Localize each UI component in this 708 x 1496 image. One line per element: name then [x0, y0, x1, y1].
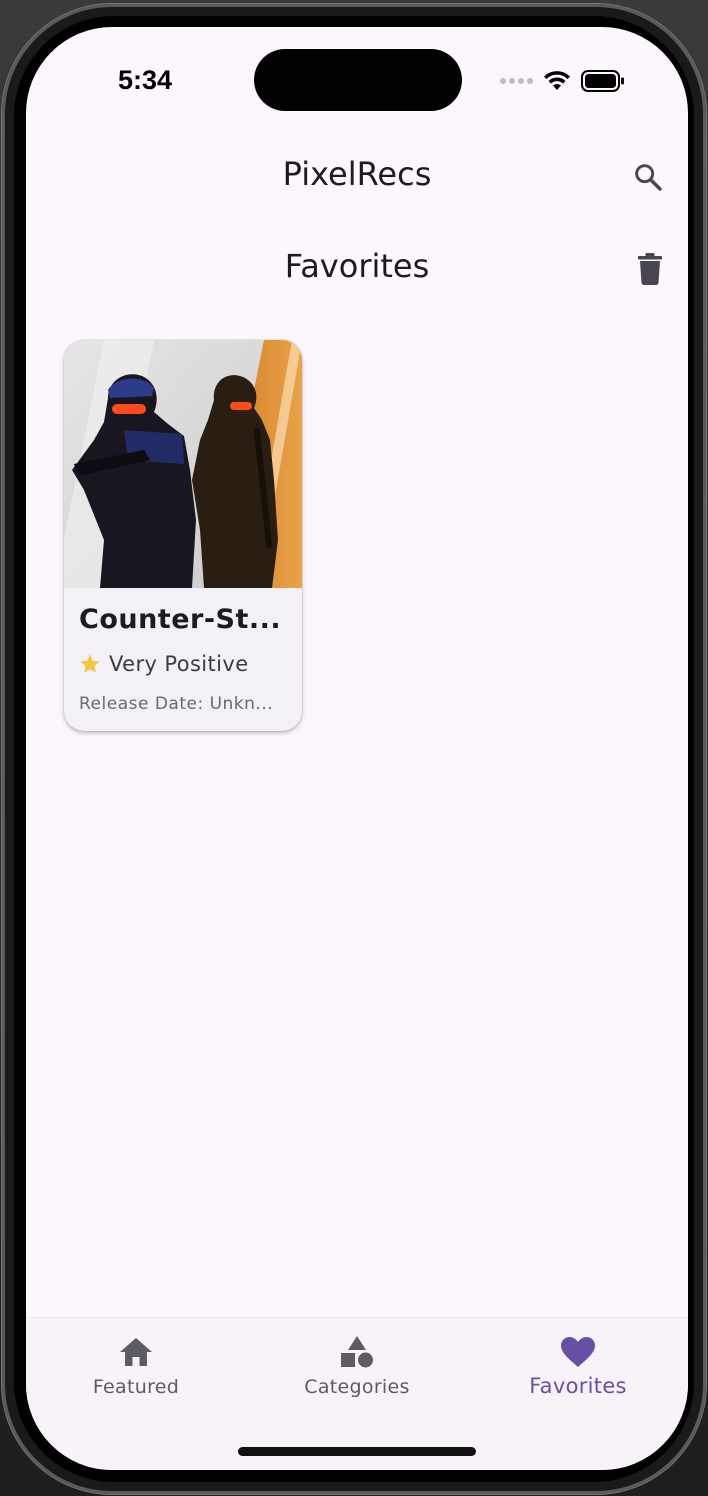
release-date: Release Date: Unkn...: [79, 694, 274, 714]
phone-screen: 5:34 PixelRecs Favorites Counter-St... V…: [26, 27, 688, 1470]
heart-icon: [561, 1337, 595, 1367]
game-cover-image: [64, 340, 302, 588]
battery-icon: [581, 70, 624, 92]
search-button[interactable]: [626, 155, 670, 199]
star-icon: [80, 654, 100, 673]
nav-label-featured: Featured: [92, 1376, 180, 1398]
wifi-icon: [544, 71, 570, 90]
home-indicator: [238, 1447, 476, 1456]
status-time: 5:34: [118, 65, 173, 95]
game-rating: Very Positive: [79, 652, 249, 676]
cellular-signal-icon: [500, 78, 533, 84]
nav-item-favorites[interactable]: Favorites: [488, 1332, 668, 1398]
nav-item-featured[interactable]: Featured: [46, 1332, 226, 1398]
status-icons: [500, 69, 625, 93]
home-icon: [120, 1338, 152, 1366]
nav-item-categories[interactable]: Categories: [267, 1332, 447, 1398]
nav-label-categories: Categories: [304, 1376, 410, 1398]
shapes-icon: [341, 1336, 373, 1368]
favorite-game-card[interactable]: Counter-St... Very Positive Release Date…: [64, 340, 302, 731]
rating-label: Very Positive: [109, 652, 249, 676]
delete-all-button[interactable]: [630, 249, 670, 289]
game-title: Counter-St...: [79, 604, 282, 635]
trash-icon: [638, 253, 662, 285]
nav-label-favorites: Favorites: [529, 1374, 627, 1398]
page-title: Favorites: [284, 247, 430, 285]
dynamic-island: [254, 49, 462, 111]
app-title: PixelRecs: [282, 155, 432, 193]
search-icon: [635, 164, 662, 191]
